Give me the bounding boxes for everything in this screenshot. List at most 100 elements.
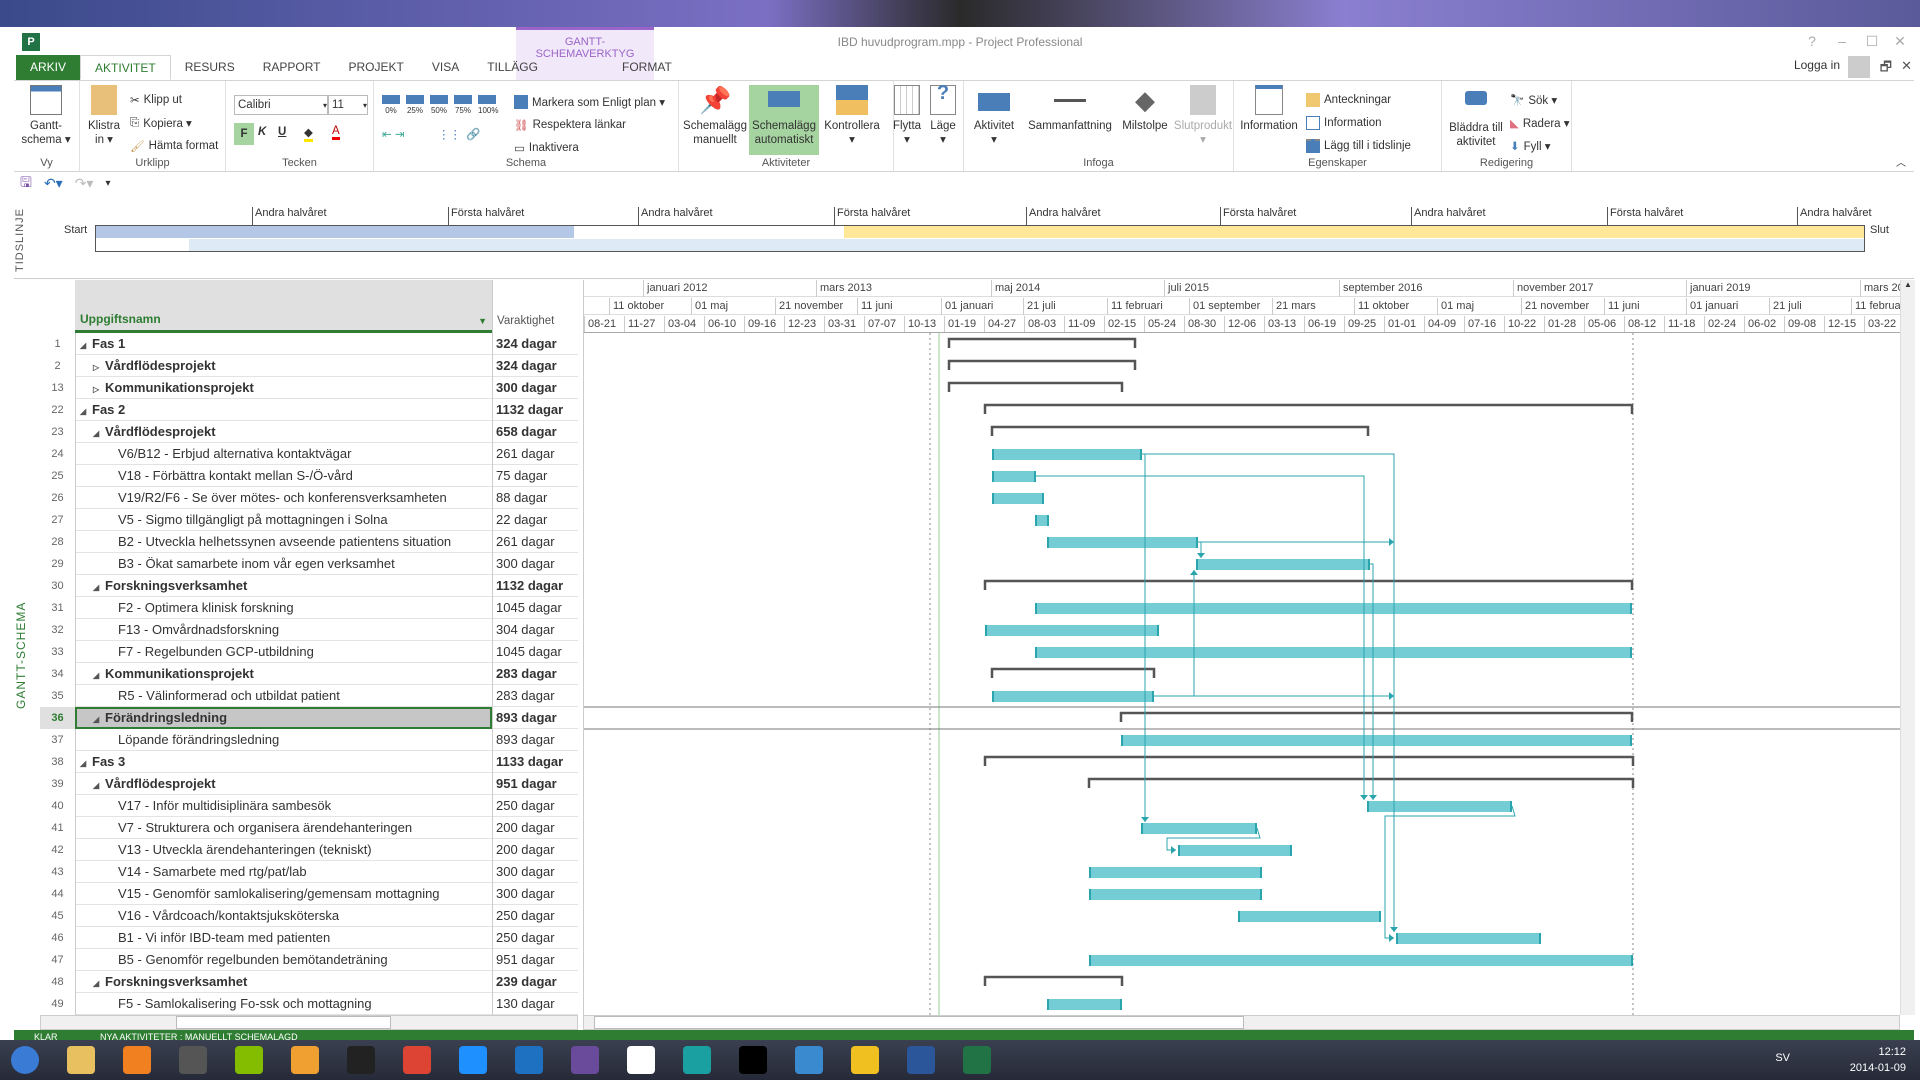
taskbar-app-purple[interactable] <box>560 1042 610 1078</box>
task-name-cell[interactable]: V18 - Förbättra kontakt mellan S-/Ö-vård <box>75 465 492 487</box>
summary-bar[interactable] <box>1119 711 1634 722</box>
task-name-cell[interactable]: V17 - Inför multidisiplinära sambesök <box>75 795 492 817</box>
format-painter-button[interactable]: 🖌 Hämta format <box>130 139 218 153</box>
insert-task-button[interactable]: Aktivitet ▾ <box>966 85 1022 147</box>
close-button[interactable]: ✕ <box>1890 33 1910 50</box>
duration-cell[interactable]: 658 dagar <box>492 421 578 443</box>
task-row[interactable]: 26 V19/R2/F6 - Se över mötes- och konfere… <box>40 487 578 509</box>
underline-button[interactable]: U <box>278 126 286 138</box>
task-bar[interactable] <box>1035 603 1632 614</box>
task-row[interactable]: 31 F2 - Optimera klinisk forskning 1045 da… <box>40 597 578 619</box>
summary-bar[interactable] <box>947 381 1124 392</box>
task-row[interactable]: 34 ◢ Kommunikationsprojekt 283 dagar <box>40 663 578 685</box>
taskbar-outlook[interactable] <box>280 1042 330 1078</box>
restore-button[interactable]: 🗗 <box>1880 58 1892 80</box>
inspect-button[interactable]: Kontrollera ▾ <box>821 85 883 147</box>
tab-visa[interactable]: VISA <box>418 55 473 80</box>
font-select[interactable]: Calibri ▾ <box>234 95 328 115</box>
collapse-triangle-icon[interactable]: ◢ <box>93 775 105 795</box>
expand-triangle-icon[interactable]: ▷ <box>93 357 105 377</box>
duration-cell[interactable]: 200 dagar <box>492 817 578 839</box>
row-number[interactable]: 41 <box>40 817 75 839</box>
task-row[interactable]: 37 Löpande förändringsledning 893 dagar <box>40 729 578 751</box>
task-name-cell[interactable]: V19/R2/F6 - Se över mötes- och konferens… <box>75 487 492 509</box>
tab-format[interactable]: FORMAT <box>578 55 716 80</box>
collapse-triangle-icon[interactable]: ◢ <box>93 665 105 685</box>
task-name-cell[interactable]: ◢ Fas 1 <box>75 333 492 355</box>
avatar[interactable] <box>1848 56 1870 78</box>
clear-button[interactable]: ◣ Radera ▾ <box>1510 116 1570 130</box>
task-row[interactable]: 40 V17 - Inför multidisiplinära sambesök 2… <box>40 795 578 817</box>
row-number[interactable]: 43 <box>40 861 75 883</box>
task-name-cell[interactable]: ◢ Kommunikationsprojekt <box>75 663 492 685</box>
row-number[interactable]: 37 <box>40 729 75 751</box>
row-number[interactable]: 30 <box>40 575 75 597</box>
task-row[interactable]: 25 V18 - Förbättra kontakt mellan S-/Ö-vå… <box>40 465 578 487</box>
task-name-cell[interactable]: ◢ Fas 3 <box>75 751 492 773</box>
taskbar-app-spiral[interactable] <box>728 1042 778 1078</box>
details-button[interactable]: Information <box>1306 116 1382 130</box>
task-bar[interactable] <box>1089 867 1262 878</box>
language-indicator[interactable]: SV <box>1775 1052 1790 1064</box>
task-row[interactable]: 33 F7 - Regelbunden GCP-utbildning 1045 da… <box>40 641 578 663</box>
cut-button[interactable]: ✂ Klipp ut <box>130 93 182 107</box>
duration-cell[interactable]: 1045 dagar <box>492 641 578 663</box>
percent-75-button[interactable]: 75% <box>454 95 472 115</box>
row-number[interactable]: 32 <box>40 619 75 641</box>
minimize-button[interactable]: – <box>1832 33 1852 49</box>
task-bar[interactable] <box>1196 559 1370 570</box>
mode-button[interactable]: ? Läge ▾ <box>928 83 958 147</box>
task-row[interactable]: 42 V13 - Utveckla ärendehanteringen (tekn… <box>40 839 578 861</box>
task-row[interactable]: 38 ◢ Fas 3 1133 dagar <box>40 751 578 773</box>
summary-bar[interactable] <box>983 755 1635 766</box>
collapse-triangle-icon[interactable]: ◢ <box>93 577 105 597</box>
task-bar[interactable] <box>992 449 1142 460</box>
outdent-icon[interactable]: ⇤ ⇥ <box>382 127 404 141</box>
task-row[interactable]: 46 B1 - Vi inför IBD-team med patienten 25… <box>40 927 578 949</box>
information-button[interactable]: Information <box>1236 85 1302 133</box>
find-button[interactable]: 🔭 Sök ▾ <box>1510 93 1557 107</box>
task-bar[interactable] <box>1035 515 1049 526</box>
row-number[interactable]: 36 <box>40 707 75 729</box>
task-name-cell[interactable]: B1 - Vi inför IBD-team med patienten <box>75 927 492 949</box>
clock[interactable]: 12:12 2014-01-09 <box>1850 1044 1906 1076</box>
task-name-cell[interactable]: V15 - Genomför samlokalisering/gemensam … <box>75 883 492 905</box>
task-name-cell[interactable]: V16 - Vårdcoach/kontaktsjuksköterska <box>75 905 492 927</box>
task-bar[interactable] <box>1047 537 1198 548</box>
row-number[interactable]: 23 <box>40 421 75 443</box>
task-name-cell[interactable]: F5 - Samlokalisering Fo-ssk och mottagni… <box>75 993 492 1015</box>
task-name-cell[interactable]: ▷ Vårdflödesprojekt <box>75 355 492 377</box>
highlight-color-icon[interactable]: ◆ <box>304 125 313 142</box>
paste-button[interactable]: Klistra in ▾ <box>84 85 124 147</box>
scroll-to-task-button[interactable]: Bläddra till aktivitet <box>1444 85 1508 149</box>
duration-cell[interactable]: 324 dagar <box>492 333 578 355</box>
taskbar-spotify[interactable] <box>224 1042 274 1078</box>
task-row[interactable]: 43 V14 - Samarbete med rtg/pat/lab 300 dag… <box>40 861 578 883</box>
task-bar[interactable] <box>992 493 1044 504</box>
summary-bar[interactable] <box>983 579 1634 590</box>
taskbar-wf[interactable] <box>616 1042 666 1078</box>
filter-dropdown-icon[interactable]: ▼ <box>478 316 487 326</box>
row-number[interactable]: 26 <box>40 487 75 509</box>
timeline-band-blue[interactable] <box>96 226 574 238</box>
duration-cell[interactable]: 1045 dagar <box>492 597 578 619</box>
maximize-button[interactable]: ☐ <box>1862 33 1882 50</box>
collapse-triangle-icon[interactable]: ◢ <box>80 401 92 421</box>
task-row[interactable]: 27 V5 - Sigmo tillgängligt på mottagninge… <box>40 509 578 531</box>
collapse-triangle-icon[interactable]: ◢ <box>80 753 92 773</box>
italic-button[interactable]: K <box>258 126 266 138</box>
row-number[interactable]: 33 <box>40 641 75 663</box>
taskbar-vaio[interactable] <box>168 1042 218 1078</box>
taskbar-project[interactable] <box>952 1042 1002 1078</box>
duration-cell[interactable]: 893 dagar <box>492 729 578 751</box>
fill-button[interactable]: ⬇ Fyll ▾ <box>1510 139 1551 153</box>
collapse-ribbon-icon[interactable]: ︿ <box>1896 154 1906 169</box>
duration-cell[interactable]: 250 dagar <box>492 905 578 927</box>
row-number[interactable]: 38 <box>40 751 75 773</box>
summary-bar[interactable] <box>990 667 1156 678</box>
tab-tillägg[interactable]: TILLÄGG <box>473 55 552 80</box>
duration-cell[interactable]: 283 dagar <box>492 685 578 707</box>
taskbar-media-player[interactable] <box>112 1042 162 1078</box>
task-row[interactable]: 23 ◢ Vårdflödesprojekt 658 dagar <box>40 421 578 443</box>
duration-cell[interactable]: 324 dagar <box>492 355 578 377</box>
